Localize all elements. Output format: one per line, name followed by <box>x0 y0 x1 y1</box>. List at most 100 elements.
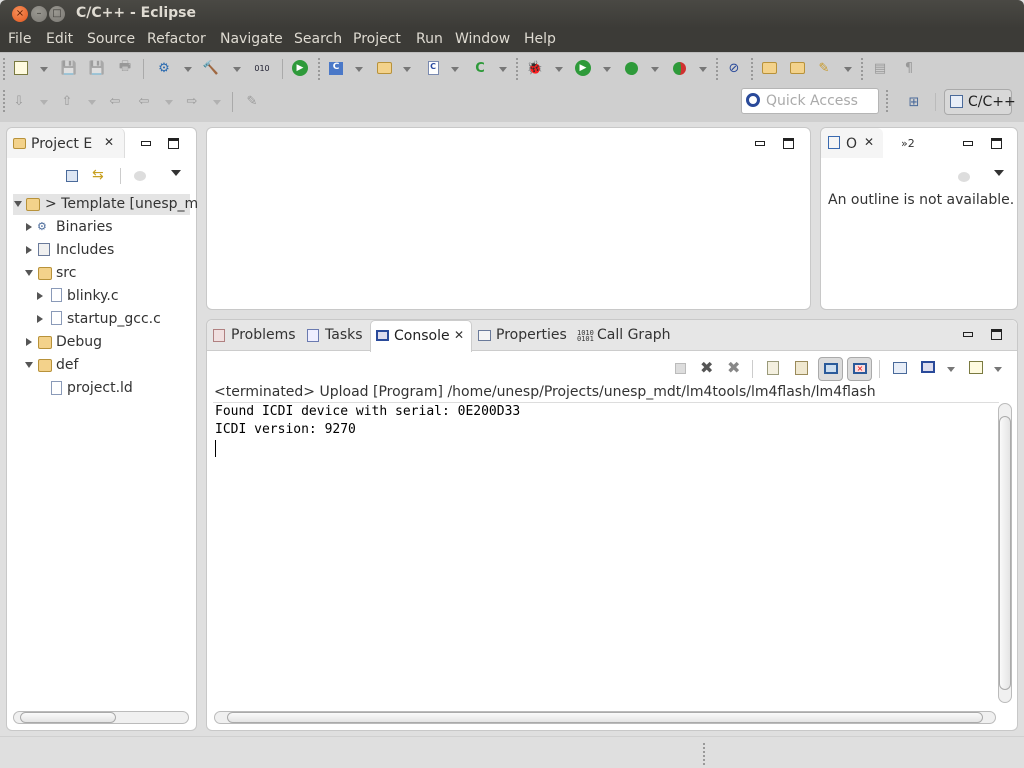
menu-edit[interactable]: Edit <box>46 31 73 47</box>
open-console-dropdown-icon[interactable] <box>994 367 1002 372</box>
search-flashlight-icon[interactable]: ✎ <box>815 59 833 77</box>
toolbar-grip[interactable] <box>516 58 518 80</box>
display-console-dropdown-icon[interactable] <box>947 367 955 372</box>
expand-toggle-icon[interactable] <box>26 246 32 254</box>
expand-toggle-icon[interactable] <box>37 292 43 300</box>
open-perspective-icon[interactable]: ⊞ <box>905 93 923 111</box>
view-menu-icon[interactable] <box>171 170 181 176</box>
scrollbar-thumb[interactable] <box>227 712 983 723</box>
status-bar-grip[interactable] <box>703 743 705 765</box>
more-views-chevron[interactable]: »2 <box>901 137 915 150</box>
external-tools-icon[interactable] <box>670 59 688 77</box>
close-tab-icon[interactable]: ✕ <box>864 135 874 149</box>
new-file-dropdown-icon[interactable] <box>451 67 459 72</box>
new-project-dropdown-icon[interactable] <box>355 67 363 72</box>
toolbar-grip[interactable] <box>751 58 753 80</box>
open-console-icon[interactable] <box>969 361 983 374</box>
remove-all-terminated-icon[interactable]: ✖ <box>727 358 740 377</box>
open-folder-icon[interactable] <box>788 59 806 77</box>
expand-toggle-icon[interactable] <box>37 315 43 323</box>
toolbar-grip[interactable] <box>886 90 888 112</box>
debug-dropdown-icon[interactable] <box>555 67 563 72</box>
quick-access-input[interactable]: Quick Access <box>741 88 879 114</box>
collapse-all-icon[interactable] <box>66 170 78 182</box>
menu-help[interactable]: Help <box>524 31 556 47</box>
tab-project-explorer[interactable]: Project E ✕ <box>7 128 125 158</box>
new-folder-dropdown-icon[interactable] <box>403 67 411 72</box>
binary-file-icon[interactable]: 010 <box>253 59 271 77</box>
menu-window[interactable]: Window <box>455 31 510 47</box>
show-console-stderr-toggle[interactable]: × <box>847 357 872 381</box>
menu-refactor[interactable]: Refactor <box>147 31 206 47</box>
perspective-cpp-button[interactable]: C/C++ <box>944 89 1016 115</box>
toolbar-grip[interactable] <box>318 58 320 80</box>
clear-console-icon[interactable] <box>767 361 779 375</box>
remove-launch-icon[interactable]: ✖ <box>700 358 713 377</box>
scrollbar-thumb[interactable] <box>999 416 1011 690</box>
search-dropdown-icon[interactable] <box>844 67 852 72</box>
maximize-icon[interactable] <box>991 329 1002 340</box>
expand-toggle-icon[interactable] <box>26 223 32 231</box>
toolbar-grip[interactable] <box>861 58 863 80</box>
tree-item-label: src <box>56 265 77 281</box>
maximize-window-button[interactable]: □ <box>49 6 65 22</box>
scrollbar-thumb[interactable] <box>20 712 116 723</box>
new-source-file-icon[interactable]: C <box>424 59 442 77</box>
new-class-dropdown-icon[interactable] <box>499 67 507 72</box>
tab-outline[interactable]: O ✕ <box>821 128 883 158</box>
expand-toggle-icon[interactable] <box>25 362 33 368</box>
skip-breakpoints-icon[interactable]: ⊘ <box>725 59 743 77</box>
expand-toggle-icon[interactable] <box>26 338 32 346</box>
new-c-project-icon[interactable]: C <box>327 59 345 77</box>
maximize-icon[interactable] <box>783 138 794 149</box>
run-as-icon[interactable]: ▶ <box>574 59 592 77</box>
minimize-icon[interactable] <box>963 332 973 337</box>
debug-bug-icon[interactable]: 🐞 <box>526 59 544 77</box>
menu-file[interactable]: File <box>8 31 31 47</box>
expand-toggle-icon[interactable] <box>14 201 22 207</box>
open-project-icon[interactable] <box>760 59 778 77</box>
display-selected-console-icon[interactable] <box>921 361 935 373</box>
maximize-icon[interactable] <box>168 138 179 149</box>
tab-console[interactable]: Console ✕ <box>370 320 472 352</box>
new-class-icon[interactable]: C <box>471 59 489 77</box>
vertical-scrollbar[interactable] <box>998 403 1012 703</box>
pin-console-icon[interactable] <box>893 362 907 374</box>
horizontal-scrollbar[interactable] <box>214 711 996 724</box>
build-dropdown-icon[interactable] <box>233 67 241 72</box>
show-console-stdout-toggle[interactable] <box>818 357 843 381</box>
build-hammer-icon[interactable]: 🔨 <box>202 59 220 77</box>
new-dropdown-icon[interactable] <box>40 67 48 72</box>
maximize-icon[interactable] <box>991 138 1002 149</box>
menu-run[interactable]: Run <box>416 31 443 47</box>
new-icon[interactable] <box>12 59 30 77</box>
toolbar-grip[interactable] <box>716 58 718 80</box>
close-tab-icon[interactable]: ✕ <box>104 135 114 149</box>
minimize-icon[interactable] <box>141 141 151 146</box>
minimize-window-button[interactable]: – <box>31 6 47 22</box>
console-output[interactable]: Found ICDI device with serial: 0E200D33 … <box>215 404 995 704</box>
close-window-button[interactable]: × <box>12 6 28 22</box>
run-config-dropdown-icon[interactable] <box>651 67 659 72</box>
toolbar-grip[interactable] <box>3 90 5 112</box>
expand-toggle-icon[interactable] <box>25 270 33 276</box>
run-dropdown-icon[interactable] <box>603 67 611 72</box>
minimize-icon[interactable] <box>963 141 973 146</box>
external-tools-dropdown-icon[interactable] <box>699 67 707 72</box>
manage-build-configs-icon[interactable]: ⚙ <box>155 59 173 77</box>
build-config-dropdown-icon[interactable] <box>184 67 192 72</box>
menu-search[interactable]: Search <box>294 31 342 47</box>
close-tab-icon[interactable]: ✕ <box>454 328 464 342</box>
new-source-folder-icon[interactable] <box>375 59 393 77</box>
scroll-lock-icon[interactable] <box>795 361 808 375</box>
menu-project[interactable]: Project <box>353 31 401 47</box>
link-with-editor-icon[interactable]: ⇆ <box>92 167 104 183</box>
run-icon[interactable]: ▶ <box>291 59 309 77</box>
toolbar-grip[interactable] <box>3 58 5 80</box>
menu-source[interactable]: Source <box>87 31 135 47</box>
horizontal-scrollbar[interactable] <box>13 711 189 724</box>
menu-navigate[interactable]: Navigate <box>220 31 283 47</box>
run-configurations-icon[interactable] <box>622 59 640 77</box>
minimize-icon[interactable] <box>755 141 765 146</box>
view-menu-icon[interactable] <box>994 170 1004 176</box>
